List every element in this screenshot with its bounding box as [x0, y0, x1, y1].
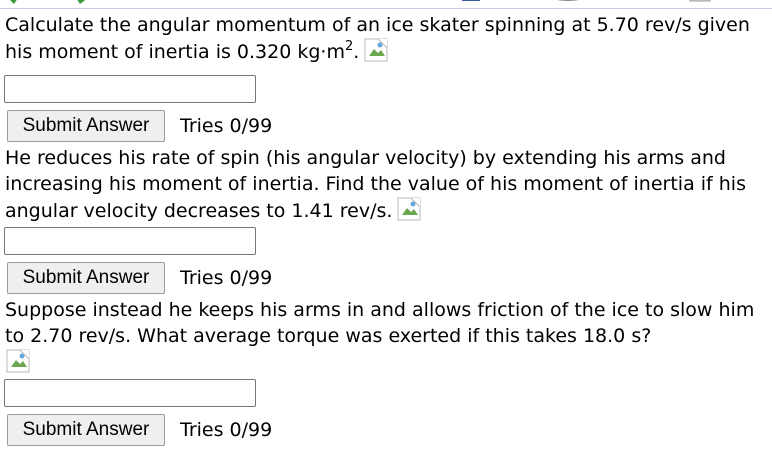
- submit-answer-button-3[interactable]: Submit Answer: [7, 414, 165, 446]
- back-arrow-icon: [10, 0, 17, 4]
- question-2-text: He reduces his rate of spin (his angular…: [5, 145, 767, 224]
- toolbar-icon: [248, 0, 278, 4]
- top-toolbar-strip: [0, 0, 772, 10]
- tries-counter-2: Tries 0/99: [180, 267, 273, 289]
- answer-input-1[interactable]: [4, 75, 256, 103]
- tries-counter-3: Tries 0/99: [180, 419, 273, 441]
- broken-image-icon: [364, 38, 388, 62]
- toolbar-icon: [557, 0, 579, 1]
- tries-counter-1: Tries 0/99: [180, 115, 273, 137]
- answer-input-3[interactable]: [4, 379, 256, 407]
- broken-image-icon: [6, 349, 30, 373]
- submit-answer-button-2[interactable]: Submit Answer: [7, 262, 165, 294]
- toolbar-icon: [462, 0, 480, 1]
- submit-answer-button-1[interactable]: Submit Answer: [7, 110, 165, 142]
- toolbar-divider: [0, 8, 772, 9]
- answer-input-2[interactable]: [4, 227, 256, 255]
- broken-image-icon: [397, 197, 421, 221]
- forward-arrow-icon: [77, 0, 86, 4]
- question-2-prompt: He reduces his rate of spin (his angular…: [5, 147, 746, 222]
- question-1-text: Calculate the angular momentum of an ice…: [5, 12, 767, 65]
- superscript: 2: [344, 39, 354, 54]
- question-3-prompt: Suppose instead he keeps his arms in and…: [5, 299, 755, 347]
- question-3-text: Suppose instead he keeps his arms in and…: [5, 297, 767, 376]
- toolbar-icon: [689, 0, 711, 2]
- question-1-period: .: [353, 41, 360, 63]
